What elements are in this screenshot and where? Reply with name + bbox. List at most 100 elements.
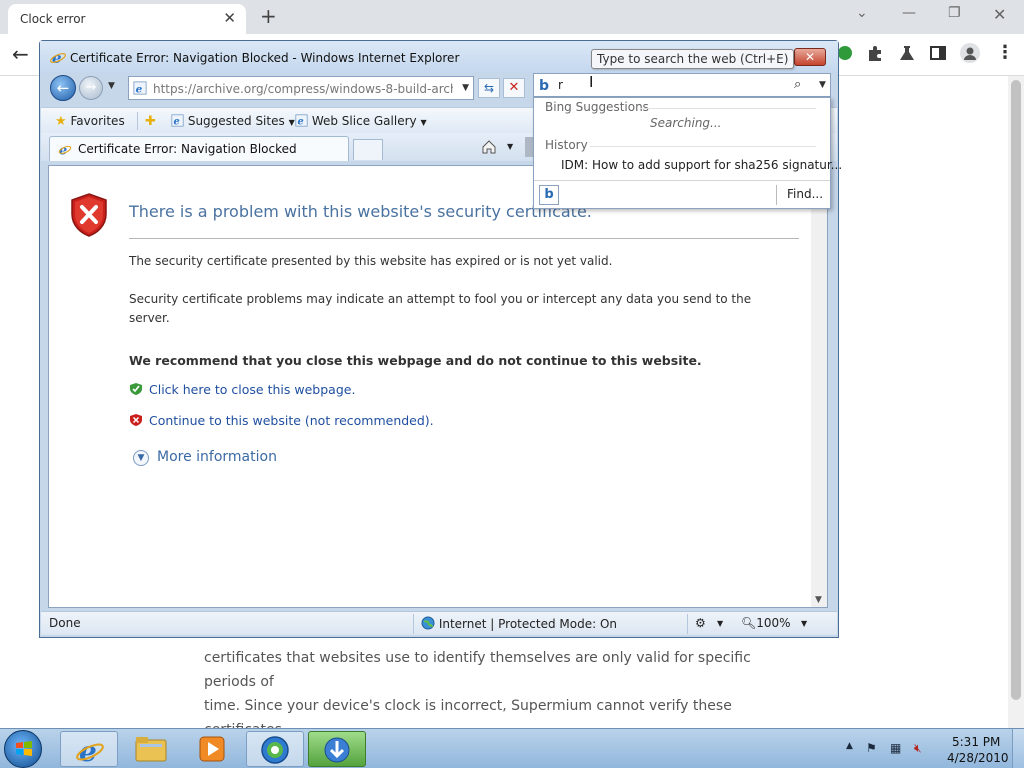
heading-rule bbox=[640, 108, 816, 109]
home-dropdown-icon[interactable]: ▼ bbox=[507, 142, 513, 151]
svg-text:e: e bbox=[173, 117, 179, 127]
show-desktop-button[interactable] bbox=[1012, 729, 1024, 768]
status-divider bbox=[413, 614, 414, 634]
minimize-icon[interactable]: — bbox=[902, 5, 916, 21]
recent-pages-dropdown-icon[interactable]: ▼ bbox=[108, 81, 115, 91]
expand-chevron-icon: ▼ bbox=[133, 450, 149, 466]
ie-address-bar[interactable]: e https://archive.org/compress/windows-8… bbox=[128, 76, 474, 100]
taskbar-idm-button[interactable] bbox=[308, 731, 366, 767]
continue-website-link-text: Continue to this website (not recommende… bbox=[149, 413, 434, 428]
ie-refresh-button[interactable]: ⇆ bbox=[478, 78, 500, 98]
ie-vertical-scrollbar[interactable]: ▼ bbox=[811, 166, 827, 607]
sidepanel-icon[interactable] bbox=[929, 44, 947, 62]
folder-icon bbox=[135, 737, 167, 762]
action-center-flag-icon[interactable]: ⚑ bbox=[866, 741, 877, 755]
ie-address-text: https://archive.org/compress/windows-8-b… bbox=[153, 82, 453, 96]
start-button[interactable] bbox=[4, 730, 42, 768]
favorites-button[interactable]: ★ Favorites bbox=[55, 114, 125, 129]
ie-back-button[interactable]: ← bbox=[50, 75, 76, 101]
history-item[interactable]: IDM: How to add support for sha256 signa… bbox=[561, 158, 842, 172]
tab-close-icon[interactable]: ✕ bbox=[223, 9, 236, 27]
status-done: Done bbox=[49, 616, 81, 630]
ie-page-icon: e bbox=[133, 81, 147, 95]
kebab-menu-icon[interactable]: ⋮ bbox=[996, 42, 1014, 63]
chevron-down-icon[interactable]: ▼ bbox=[717, 619, 723, 628]
security-zone[interactable]: Internet | Protected Mode: On bbox=[421, 616, 617, 631]
scrollbar-thumb[interactable] bbox=[1011, 80, 1021, 700]
close-webpage-link[interactable]: Click here to close this webpage. bbox=[129, 382, 355, 397]
ie-search-box[interactable]: b r ⌕ ▼ bbox=[533, 73, 831, 97]
svg-text:e: e bbox=[136, 83, 143, 95]
green-shield-check-icon bbox=[130, 383, 142, 395]
recommendation-text: We recommend that you close this webpage… bbox=[129, 353, 702, 368]
ie-stop-button[interactable]: ✕ bbox=[503, 78, 525, 98]
bing-suggestions-heading: Bing Suggestions bbox=[545, 100, 649, 114]
error-title: There is a problem with this website's s… bbox=[129, 202, 592, 221]
clock-date[interactable]: 4/28/2010 bbox=[947, 751, 1009, 765]
search-provider-dropdown-icon[interactable]: ▼ bbox=[819, 80, 826, 90]
network-icon[interactable]: ▦ bbox=[890, 741, 901, 755]
search-icon[interactable]: ⌕ bbox=[794, 77, 801, 92]
tab-clock-error[interactable]: Clock error ✕ bbox=[8, 4, 246, 34]
volume-muted-icon[interactable]: 🔇︎ bbox=[914, 741, 922, 756]
more-information-text: More information bbox=[157, 449, 277, 465]
favorites-label: Favorites bbox=[70, 114, 125, 128]
status-divider bbox=[687, 614, 688, 634]
taskbar-media-player-button[interactable] bbox=[184, 731, 242, 767]
close-webpage-link-text: Click here to close this webpage. bbox=[149, 382, 356, 397]
star-icon: ★ bbox=[55, 114, 67, 129]
flask-icon[interactable] bbox=[898, 44, 916, 62]
restore-icon[interactable]: ❐ bbox=[948, 5, 961, 21]
taskbar-app-button[interactable] bbox=[246, 731, 304, 767]
chevron-down-icon[interactable]: ⌄ bbox=[856, 5, 868, 21]
page-scrollbar[interactable] bbox=[1008, 76, 1024, 728]
ie-logo-icon: e bbox=[50, 49, 66, 65]
taskbar-ie-button[interactable]: e bbox=[60, 731, 118, 767]
back-arrow-icon[interactable]: ← bbox=[12, 42, 29, 66]
taskbar: e ▲ ⚑ ▦ 🔇︎ 5:31 PM 4/28/2010 bbox=[0, 728, 1024, 768]
address-dropdown-icon[interactable]: ▼ bbox=[462, 83, 469, 93]
ie-forward-button[interactable]: → bbox=[79, 76, 103, 100]
protected-mode-icon[interactable]: ⚙ bbox=[695, 616, 706, 630]
shield-error-icon bbox=[71, 193, 107, 237]
home-icon[interactable] bbox=[481, 139, 497, 155]
chevron-down-icon: ▼ bbox=[420, 118, 427, 127]
zoom-level[interactable]: 🔍︎100% bbox=[741, 616, 791, 630]
error-paragraph-2: Security certificate problems may indica… bbox=[129, 292, 752, 325]
tab-title: Clock error bbox=[20, 12, 86, 26]
footer-divider bbox=[776, 185, 777, 205]
bing-provider-button[interactable]: b bbox=[539, 185, 559, 205]
continue-website-link[interactable]: Continue to this website (not recommende… bbox=[129, 413, 434, 428]
download-manager-icon bbox=[324, 737, 350, 763]
ie-page-icon: e bbox=[171, 114, 184, 128]
web-slice-gallery-button[interactable]: e Web Slice Gallery ▼ bbox=[295, 114, 427, 128]
add-favorite-icon[interactable]: ✚ bbox=[145, 114, 156, 129]
globe-app-icon bbox=[261, 736, 289, 764]
close-window-icon[interactable]: ✕ bbox=[993, 5, 1006, 24]
tray-expand-icon[interactable]: ▲ bbox=[846, 741, 853, 751]
find-on-page-button[interactable]: Find... bbox=[787, 187, 823, 201]
error-paragraph-1: The security certificate presented by th… bbox=[129, 254, 613, 268]
suggested-sites-button[interactable]: e Suggested Sites ▼ bbox=[171, 114, 295, 128]
more-information-toggle[interactable]: ▼ More information bbox=[133, 449, 277, 466]
puzzle-icon[interactable] bbox=[866, 44, 884, 62]
scroll-down-icon[interactable]: ▼ bbox=[815, 595, 822, 605]
new-tab-icon[interactable]: + bbox=[260, 4, 277, 28]
zoom-level-text: 100% bbox=[756, 616, 791, 630]
bing-icon: b bbox=[539, 78, 550, 94]
ie-close-button[interactable]: ✕ bbox=[794, 48, 826, 66]
ie-new-tab-button[interactable] bbox=[353, 139, 383, 160]
profile-avatar-icon[interactable] bbox=[960, 43, 980, 63]
zoom-dropdown-icon[interactable]: ▼ bbox=[801, 619, 807, 628]
clock-time[interactable]: 5:31 PM bbox=[952, 735, 1000, 749]
page-text-line: certificates that websites use to identi… bbox=[204, 650, 751, 690]
search-tooltip: Type to search the web (Ctrl+E) bbox=[591, 49, 795, 69]
taskbar-explorer-button[interactable] bbox=[122, 731, 180, 767]
ie-tab-certificate-error[interactable]: e Certificate Error: Navigation Blocked bbox=[49, 136, 349, 161]
search-input-text[interactable]: r bbox=[558, 78, 563, 92]
media-player-icon bbox=[199, 736, 225, 762]
browser-tabstrip: Clock error ✕ + ⌄ — ❐ ✕ bbox=[0, 0, 1024, 34]
ie-tab-title: Certificate Error: Navigation Blocked bbox=[78, 142, 297, 156]
ie-window-title: Certificate Error: Navigation Blocked - … bbox=[70, 51, 460, 65]
title-divider bbox=[129, 238, 799, 239]
